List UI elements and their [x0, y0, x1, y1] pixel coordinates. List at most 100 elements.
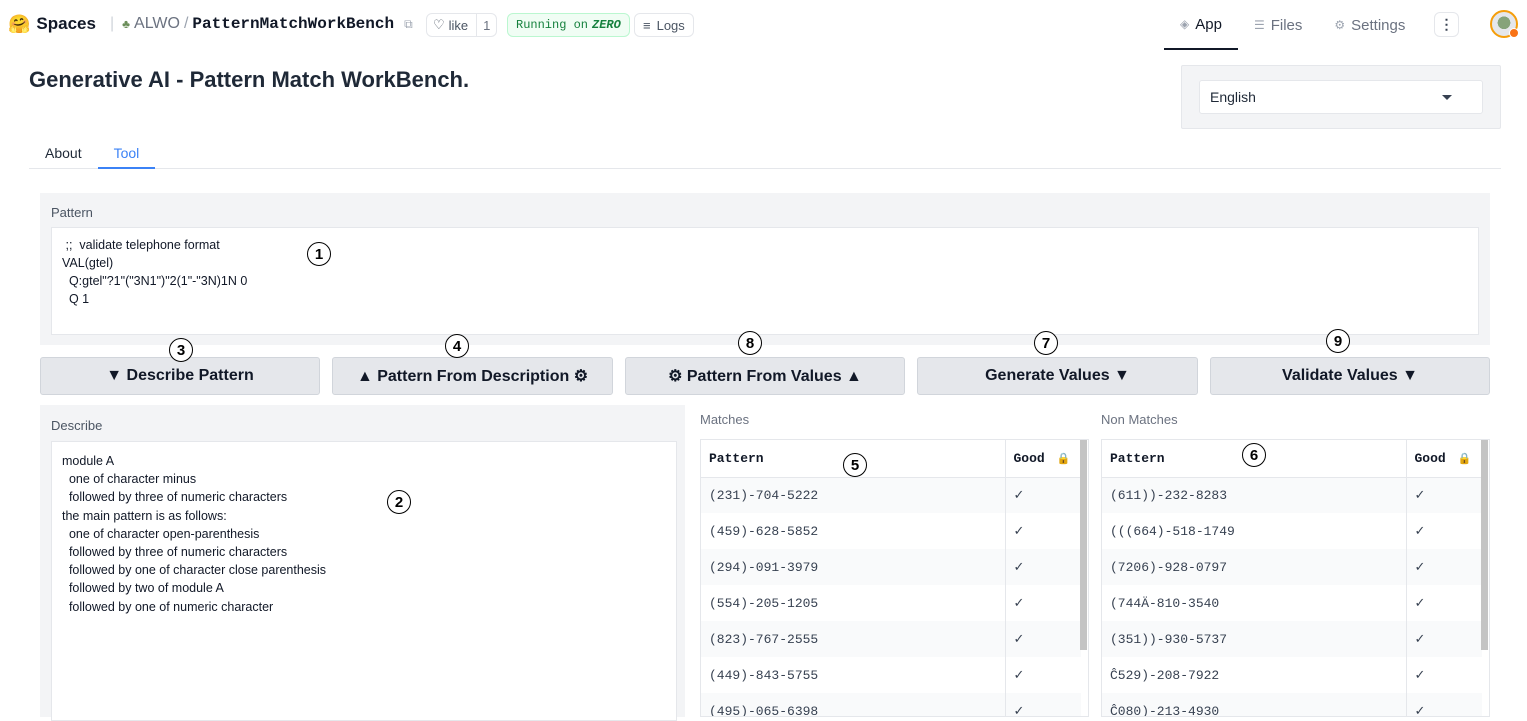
- good-checkmark-cell[interactable]: ✓: [1405, 513, 1482, 549]
- user-avatar[interactable]: [1490, 10, 1519, 38]
- nav-tab-label: Files: [1270, 16, 1303, 34]
- pattern-cell[interactable]: (449)-843-5755: [701, 657, 1005, 693]
- pattern-cell[interactable]: (823)-767-2555: [701, 621, 1005, 657]
- annotation-marker: 4: [445, 334, 469, 358]
- good-checkmark-cell[interactable]: ✓: [1004, 549, 1081, 585]
- pattern-cell[interactable]: (351))-930-5737: [1102, 621, 1406, 657]
- annotation-marker: 2: [387, 490, 411, 514]
- table-header-row: Pattern Good 🔒: [701, 440, 1081, 478]
- divider: |: [110, 15, 115, 32]
- table-row[interactable]: (294)-091-3979 ✓: [701, 549, 1081, 585]
- breadcrumb-separator: /: [183, 15, 189, 32]
- table-row[interactable]: Ĉ529)-208-7922 ✓: [1102, 657, 1482, 693]
- good-checkmark-cell[interactable]: ✓: [1004, 693, 1081, 716]
- table-row[interactable]: (7206)-928-0797 ✓: [1102, 549, 1482, 585]
- running-status-badge[interactable]: Running on ZERO: [507, 13, 630, 37]
- pattern-cell[interactable]: (294)-091-3979: [701, 549, 1005, 585]
- pattern-textarea[interactable]: ;; validate telephone format VAL(gtel) Q…: [51, 227, 1479, 335]
- annotation-marker: 1: [307, 242, 331, 266]
- table-row[interactable]: (823)-767-2555 ✓: [701, 621, 1081, 657]
- pattern-cell[interactable]: (554)-205-1205: [701, 585, 1005, 621]
- pattern-panel: Pattern ;; validate telephone format VAL…: [40, 193, 1490, 345]
- logs-icon: ≡: [643, 17, 651, 33]
- table-row[interactable]: (459)-628-5852 ✓: [701, 513, 1081, 549]
- table-row[interactable]: (((664)-518-1749 ✓: [1102, 513, 1482, 549]
- describe-pattern-button[interactable]: ▼ Describe Pattern: [40, 357, 320, 395]
- pattern-cell[interactable]: Ĉ529)-208-7922: [1102, 657, 1406, 693]
- scrollbar[interactable]: [1481, 440, 1488, 650]
- good-checkmark-cell[interactable]: ✓: [1405, 657, 1482, 693]
- good-checkmark-cell[interactable]: ✓: [1004, 585, 1081, 621]
- describe-label: Describe: [51, 418, 103, 433]
- validate-values-button[interactable]: Validate Values ▼: [1210, 357, 1490, 395]
- annotation-marker: 3: [169, 338, 193, 362]
- pattern-label: Pattern: [51, 205, 93, 220]
- describe-panel: Describe module A one of character minus…: [40, 405, 685, 721]
- column-header-label: Pattern: [1110, 450, 1165, 466]
- files-icon: ☰: [1253, 18, 1265, 32]
- table-row[interactable]: (231)-704-5222 ✓: [701, 477, 1081, 513]
- good-checkmark-cell[interactable]: ✓: [1004, 657, 1081, 693]
- pattern-cell[interactable]: (611))-232-8283: [1102, 477, 1406, 513]
- chevron-down-icon: [1442, 94, 1452, 100]
- table-row[interactable]: Ĉ080)-213-4930 ✓: [1102, 693, 1482, 716]
- pattern-cell[interactable]: (744Ä-810-3540: [1102, 585, 1406, 621]
- non-matches-table: Pattern Good 🔒 (611))-232-8283 ✓ (((664)-51…: [1101, 439, 1490, 717]
- good-checkmark-cell[interactable]: ✓: [1405, 693, 1482, 716]
- tab-tool[interactable]: Tool: [97, 138, 156, 169]
- owner-link[interactable]: ALWO: [134, 15, 180, 33]
- good-checkmark-cell[interactable]: ✓: [1405, 549, 1482, 585]
- good-checkmark-cell[interactable]: ✓: [1405, 585, 1482, 621]
- good-checkmark-cell[interactable]: ✓: [1004, 477, 1081, 513]
- language-dropdown[interactable]: English: [1199, 80, 1483, 114]
- copy-icon[interactable]: ⧉: [404, 17, 413, 32]
- repo-link[interactable]: PatternMatchWorkBench: [192, 15, 394, 33]
- good-column-header[interactable]: Good 🔒: [1004, 440, 1081, 478]
- annotation-marker: 7: [1034, 331, 1058, 355]
- table-header-row: Pattern Good 🔒: [1102, 440, 1482, 478]
- like-count[interactable]: 1: [476, 14, 496, 36]
- pattern-from-values-button[interactable]: ⚙ Pattern From Values ▲: [625, 357, 905, 395]
- owner-avatar-icon: ♣: [122, 17, 131, 31]
- matches-table: Pattern Good 🔒 (231)-704-5222 ✓ (459)-628-5…: [700, 439, 1089, 717]
- breadcrumb: | ♣ ALWO / PatternMatchWorkBench ⧉: [110, 15, 413, 33]
- spaces-home-link[interactable]: 🤗 Spaces: [8, 14, 96, 34]
- table-row[interactable]: (351))-930-5737 ✓: [1102, 621, 1482, 657]
- table-row[interactable]: (554)-205-1205 ✓: [701, 585, 1081, 621]
- pattern-cell[interactable]: (495)-065-6398: [701, 693, 1005, 716]
- good-checkmark-cell[interactable]: ✓: [1405, 477, 1482, 513]
- nav-tab-app[interactable]: ◈ App: [1164, 0, 1238, 50]
- logs-button[interactable]: ≡ Logs: [634, 13, 694, 37]
- table-row[interactable]: (449)-843-5755 ✓: [701, 657, 1081, 693]
- more-options-button[interactable]: ⋮: [1434, 12, 1459, 37]
- describe-textarea[interactable]: module A one of character minus followed…: [51, 441, 677, 721]
- good-column-header[interactable]: Good 🔒: [1405, 440, 1482, 478]
- nav-tab-files[interactable]: ☰ Files: [1238, 0, 1318, 50]
- good-checkmark-cell[interactable]: ✓: [1405, 621, 1482, 657]
- table-row[interactable]: (611))-232-8283 ✓: [1102, 477, 1482, 513]
- table-row[interactable]: (744Ä-810-3540 ✓: [1102, 585, 1482, 621]
- pattern-cell[interactable]: (231)-704-5222: [701, 477, 1005, 513]
- pattern-from-description-button[interactable]: ▲ Pattern From Description ⚙: [332, 357, 613, 395]
- column-header-label: Good: [1414, 450, 1446, 466]
- tab-about[interactable]: About: [29, 138, 98, 169]
- page-title: Generative AI - Pattern Match WorkBench.: [29, 67, 470, 92]
- nav-tab-settings[interactable]: ⚙ Settings: [1318, 0, 1421, 50]
- pattern-cell[interactable]: Ĉ080)-213-4930: [1102, 693, 1406, 716]
- hugging-face-logo-icon: 🤗: [8, 14, 31, 34]
- spaces-label: Spaces: [36, 14, 96, 33]
- lock-icon: 🔒: [1457, 451, 1472, 465]
- column-header-label: Good: [1013, 450, 1045, 466]
- pattern-cell[interactable]: (459)-628-5852: [701, 513, 1005, 549]
- generate-values-button[interactable]: Generate Values ▼: [917, 357, 1198, 395]
- good-checkmark-cell[interactable]: ✓: [1004, 621, 1081, 657]
- pattern-cell[interactable]: (7206)-928-0797: [1102, 549, 1406, 585]
- like-button[interactable]: ♡ like 1: [426, 13, 498, 37]
- scrollbar[interactable]: [1080, 440, 1087, 650]
- pattern-cell[interactable]: (((664)-518-1749: [1102, 513, 1406, 549]
- nav-tab-label: Settings: [1351, 16, 1406, 34]
- table-row[interactable]: (495)-065-6398 ✓: [701, 693, 1081, 716]
- cube-icon: ◈: [1180, 17, 1190, 31]
- good-checkmark-cell[interactable]: ✓: [1004, 513, 1081, 549]
- heart-icon: ♡: [433, 17, 445, 32]
